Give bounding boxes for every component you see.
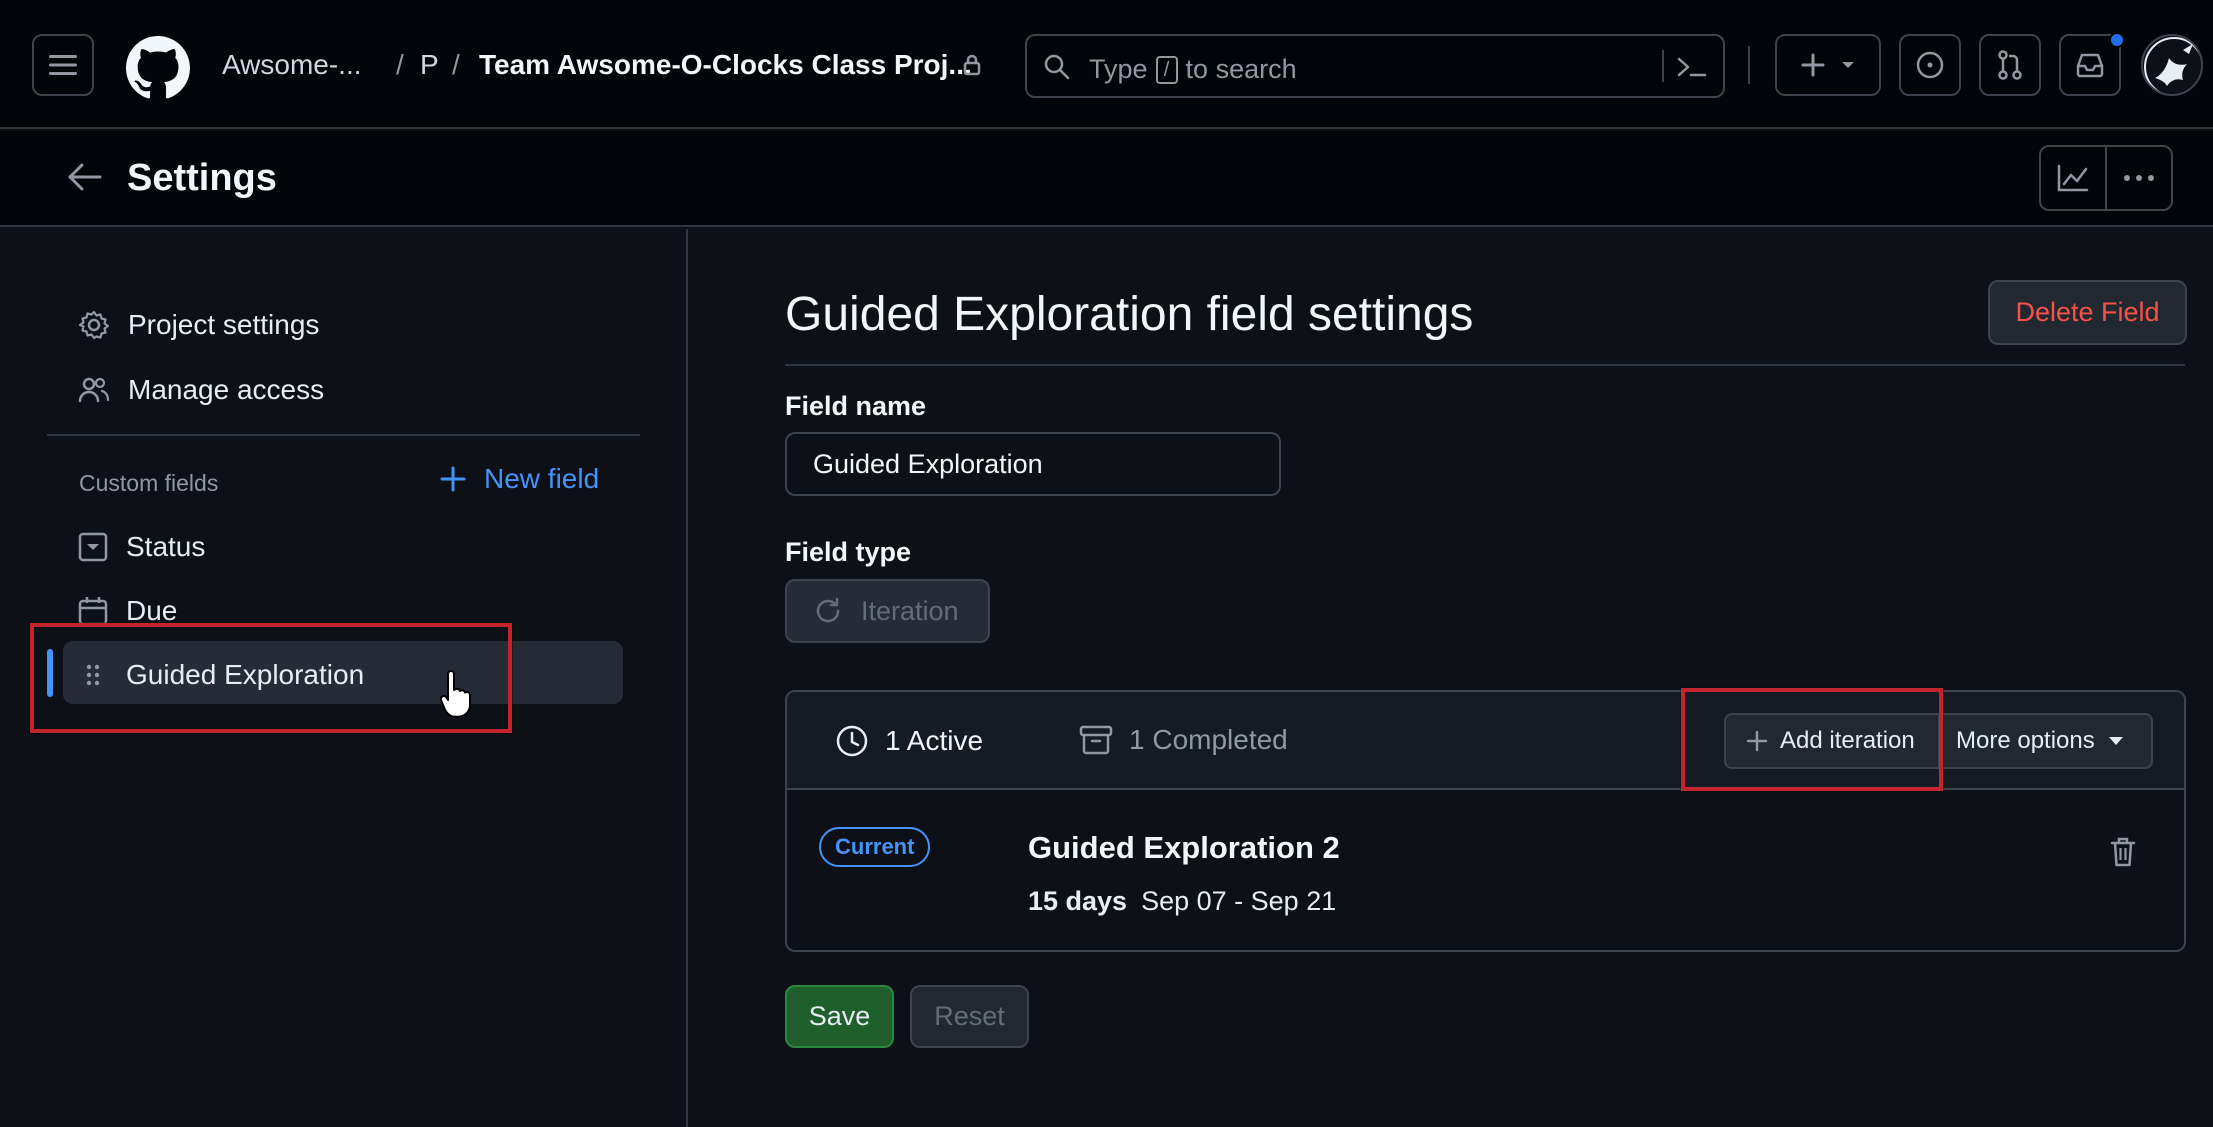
- plus-icon: [440, 466, 466, 492]
- iteration-meta: 15 days Sep 07 - Sep 21: [1028, 886, 1336, 917]
- search-shortcut-key: /: [1155, 55, 1178, 84]
- field-name-label: Field name: [785, 391, 927, 421]
- sidebar-field-label: Due: [126, 595, 178, 626]
- pull-requests-button[interactable]: [1979, 34, 2041, 96]
- save-button[interactable]: Save: [785, 985, 894, 1048]
- new-field-button[interactable]: New field: [440, 463, 599, 495]
- sidebar-item-project-settings[interactable]: Project settings: [78, 309, 319, 341]
- field-type-value: Iteration: [861, 595, 959, 626]
- active-indicator: [47, 649, 53, 697]
- menu-button[interactable]: [32, 34, 94, 96]
- more-options-label: More options: [1956, 727, 2095, 754]
- gear-icon: [78, 310, 110, 340]
- breadcrumb-separator: /: [396, 49, 404, 80]
- iterations-icon: [816, 597, 840, 623]
- hand-pointer-icon: [439, 670, 471, 718]
- header-divider: [1748, 46, 1750, 84]
- search-divider: [1662, 50, 1664, 82]
- breadcrumb-project-type[interactable]: P: [420, 49, 439, 81]
- lock-icon: [963, 54, 981, 76]
- graph-icon: [2057, 164, 2089, 192]
- sidebar-item-label: Manage access: [128, 374, 325, 405]
- bird-avatar-icon: [2144, 37, 2201, 94]
- trash-icon[interactable]: [2109, 836, 2137, 868]
- sidebar-field-due[interactable]: Due: [78, 595, 177, 627]
- calendar-icon: [78, 597, 108, 626]
- plus-icon: [1801, 53, 1825, 77]
- search-placeholder: Type / to search: [1089, 54, 1297, 85]
- field-name-input[interactable]: Guided Exploration: [785, 432, 1281, 496]
- arrow-left-icon[interactable]: [66, 161, 104, 193]
- github-logo-icon[interactable]: [126, 36, 190, 100]
- settings-header: Settings: [0, 131, 2213, 227]
- more-options-dropdown[interactable]: More options: [1938, 713, 2153, 769]
- archive-icon: [1079, 725, 1113, 755]
- field-type-select: Iteration: [785, 579, 990, 643]
- drag-handle-icon[interactable]: [78, 660, 108, 690]
- iteration-name[interactable]: Guided Exploration 2: [1028, 830, 1340, 866]
- sidebar-field-label: Guided Exploration: [126, 659, 365, 690]
- custom-fields-heading: Custom fields: [79, 470, 219, 496]
- title-separator: [785, 364, 2185, 366]
- sidebar-divider: [686, 229, 688, 1127]
- people-icon: [78, 377, 110, 403]
- clock-icon: [836, 725, 868, 757]
- tab-label: 1 Completed: [1129, 724, 1288, 755]
- field-settings-title: Guided Exploration field settings: [785, 288, 1474, 341]
- tab-completed-iterations[interactable]: 1 Completed: [1079, 724, 1288, 756]
- reset-button[interactable]: Reset: [910, 985, 1029, 1048]
- iterations-toolbar: 1 Active 1 Completed Add iteration More …: [787, 692, 2184, 790]
- chevron-down-icon: [2108, 737, 2123, 745]
- sidebar-item-manage-access[interactable]: Manage access: [78, 374, 324, 406]
- delete-field-button[interactable]: Delete Field: [1988, 280, 2187, 345]
- plus-icon: [1746, 730, 1768, 752]
- chevron-down-icon: [1842, 62, 1854, 68]
- add-iteration-button[interactable]: Add iteration: [1724, 713, 1940, 769]
- inbox-icon: [2076, 53, 2104, 78]
- breadcrumb-separator: /: [452, 49, 460, 80]
- search-placeholder-type: Type: [1089, 54, 1148, 84]
- sidebar-field-label: Status: [126, 531, 206, 562]
- sidebar-item-label: Project settings: [128, 309, 320, 340]
- issue-opened-icon: [1916, 51, 1944, 79]
- hamburger-icon: [49, 55, 77, 75]
- search-icon: [1044, 54, 1070, 80]
- global-header: Awsome-... / P / Team Awsome-O-Clocks Cl…: [0, 0, 2213, 129]
- single-select-icon: [78, 532, 108, 562]
- page-title: Settings: [127, 157, 277, 199]
- iteration-duration: 15 days: [1028, 886, 1128, 916]
- header-actions: [2039, 145, 2173, 211]
- more-menu-button[interactable]: [2105, 147, 2171, 209]
- iterations-panel: 1 Active 1 Completed Add iteration More …: [785, 690, 2186, 952]
- user-avatar[interactable]: [2141, 34, 2203, 96]
- sidebar-separator: [47, 434, 640, 436]
- insights-button[interactable]: [2041, 147, 2105, 209]
- iteration-dates[interactable]: Sep 07 - Sep 21: [1141, 886, 1336, 916]
- sidebar-field-status[interactable]: Status: [78, 531, 205, 563]
- search-placeholder-rest: to search: [1185, 54, 1297, 84]
- current-badge: Current: [819, 827, 931, 867]
- add-iteration-label: Add iteration: [1780, 727, 1915, 754]
- new-field-label: New field: [484, 463, 600, 494]
- git-pull-request-icon: [1998, 50, 2022, 80]
- breadcrumb-owner[interactable]: Awsome-...: [222, 49, 362, 81]
- issues-button[interactable]: [1899, 34, 1961, 96]
- search-input[interactable]: Type / to search: [1025, 34, 1725, 98]
- field-type-label: Field type: [785, 537, 912, 567]
- project-title[interactable]: Team Awsome-O-Clocks Class Proj...: [479, 49, 972, 81]
- tab-label: 1 Active: [885, 725, 984, 756]
- notification-indicator: [2109, 32, 2125, 48]
- tab-active-iterations[interactable]: 1 Active: [835, 724, 983, 758]
- kebab-horizontal-icon: [2124, 175, 2154, 181]
- command-palette-icon[interactable]: [1675, 54, 1709, 80]
- sidebar-field-guided-exploration[interactable]: Guided Exploration: [78, 659, 364, 691]
- create-new-button[interactable]: [1775, 34, 1881, 96]
